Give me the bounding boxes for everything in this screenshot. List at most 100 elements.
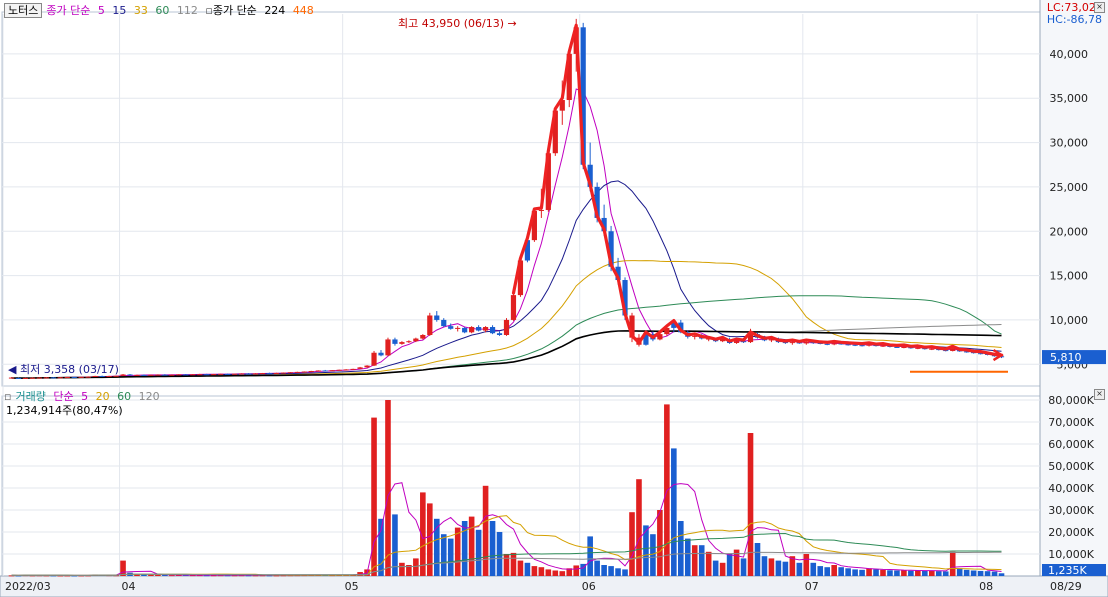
volume-bar xyxy=(991,571,998,576)
volume-bar xyxy=(510,552,517,576)
current-volume-text: 1,235K xyxy=(1048,564,1087,577)
candle-body xyxy=(336,369,342,371)
candle-body xyxy=(71,377,77,379)
candle-body xyxy=(503,319,510,336)
candle-body xyxy=(392,339,398,344)
x-tick-label: 05 xyxy=(345,580,359,593)
candle-body xyxy=(455,327,461,329)
candle-body xyxy=(266,373,273,375)
candle-body xyxy=(322,370,328,372)
volume-bar xyxy=(447,538,454,576)
volume-bar xyxy=(545,569,552,576)
candle-body xyxy=(824,343,830,345)
chart-canvas: 40,000 35,000 30,000 25,000 20,000 15,000 10,0… xyxy=(0,0,1108,597)
candle-body xyxy=(204,374,210,376)
candle-body xyxy=(894,346,900,348)
candle-body xyxy=(371,352,377,366)
candle-body xyxy=(350,368,356,370)
candle-body xyxy=(231,373,238,375)
volume-bar xyxy=(671,448,677,576)
candle-body xyxy=(57,377,63,379)
price-tick-label: 25,000 xyxy=(1050,181,1089,194)
candle-body xyxy=(78,376,84,378)
volume-bar xyxy=(594,560,600,576)
ma-period-112: 112 xyxy=(176,4,198,17)
volume-tick-label: 30,000K xyxy=(1048,504,1094,517)
ma-period-448: 448 xyxy=(292,4,314,17)
volume-bar xyxy=(378,518,384,576)
volume-bar xyxy=(970,570,977,576)
candle-body xyxy=(427,315,433,336)
candle-body xyxy=(134,374,140,376)
high-annotation: 최고 43,950 (06/13) → xyxy=(398,17,517,30)
volume-bar xyxy=(531,566,538,576)
x-tick-label: 2022/03 xyxy=(5,580,51,593)
candle-body xyxy=(929,348,935,350)
volume-pane-frame xyxy=(1,395,1041,577)
ma-period-15: 15 xyxy=(112,4,127,17)
volume-info: 1,234,914주(80,47%) xyxy=(6,404,123,417)
volume-bar xyxy=(796,562,803,576)
candle-body xyxy=(434,315,440,320)
candle-body xyxy=(308,371,314,373)
volume-bar xyxy=(538,567,545,576)
candle-body xyxy=(378,352,384,356)
volume-bar xyxy=(859,569,865,576)
price-pane-close-icon[interactable]: × xyxy=(1094,2,1105,13)
candle-body xyxy=(859,345,865,347)
volume-bar xyxy=(524,562,531,576)
volume-bar xyxy=(935,571,942,576)
x-axis-bar xyxy=(0,575,1108,597)
candle-body xyxy=(448,326,454,329)
volume-bar xyxy=(622,569,628,576)
candle-body xyxy=(169,374,175,376)
candle-body xyxy=(176,374,182,376)
stock-name-box[interactable]: 노터스 xyxy=(4,3,43,18)
candle-body xyxy=(343,369,349,371)
volume-bar xyxy=(468,516,475,576)
volume-tick-label: 80,000K xyxy=(1048,394,1094,407)
x-tick-label: 08 xyxy=(979,580,993,593)
volume-bar xyxy=(928,570,935,576)
volume-bar xyxy=(461,521,468,576)
candle-body xyxy=(64,377,70,379)
candle-body xyxy=(36,377,42,379)
volume-bar xyxy=(601,565,607,576)
candle xyxy=(503,318,510,336)
volume-bar xyxy=(956,568,963,576)
volume-bar xyxy=(454,527,461,576)
current-price-text: 5,810 xyxy=(1050,351,1082,364)
volume-bar xyxy=(824,567,831,576)
candle-body xyxy=(120,374,126,376)
volume-bar xyxy=(698,545,705,576)
candle-body xyxy=(482,327,489,331)
candle-body xyxy=(294,371,300,373)
volume-bar xyxy=(845,568,851,576)
candle-body xyxy=(831,343,837,345)
candle-body xyxy=(273,372,280,374)
candle-body xyxy=(127,374,133,376)
candle-body xyxy=(259,373,266,375)
volume-bar xyxy=(894,570,900,576)
candle-body xyxy=(462,327,468,333)
ma-period-5: 5 xyxy=(97,4,105,17)
volume-bar xyxy=(155,574,161,576)
volume-bar xyxy=(719,562,726,576)
ma-box-2[interactable]: ▫ xyxy=(205,4,212,17)
volume-pane-close-icon[interactable]: × xyxy=(1094,389,1105,400)
volume-bar xyxy=(691,545,698,576)
candle-body xyxy=(385,339,391,356)
volume-bar xyxy=(148,574,154,576)
volume-bar xyxy=(684,538,691,576)
candle-body xyxy=(99,375,105,377)
x-tick-label: 04 xyxy=(122,580,136,593)
volume-bar xyxy=(852,569,858,576)
volume-bar xyxy=(629,512,635,576)
hc-value: HC:-86,78 xyxy=(1046,13,1102,26)
candle-body xyxy=(225,373,231,375)
volume-bar xyxy=(615,568,621,576)
candle-body xyxy=(155,374,161,376)
volume-bar xyxy=(768,558,775,576)
candle-body xyxy=(50,377,56,379)
candle-body xyxy=(496,333,503,336)
